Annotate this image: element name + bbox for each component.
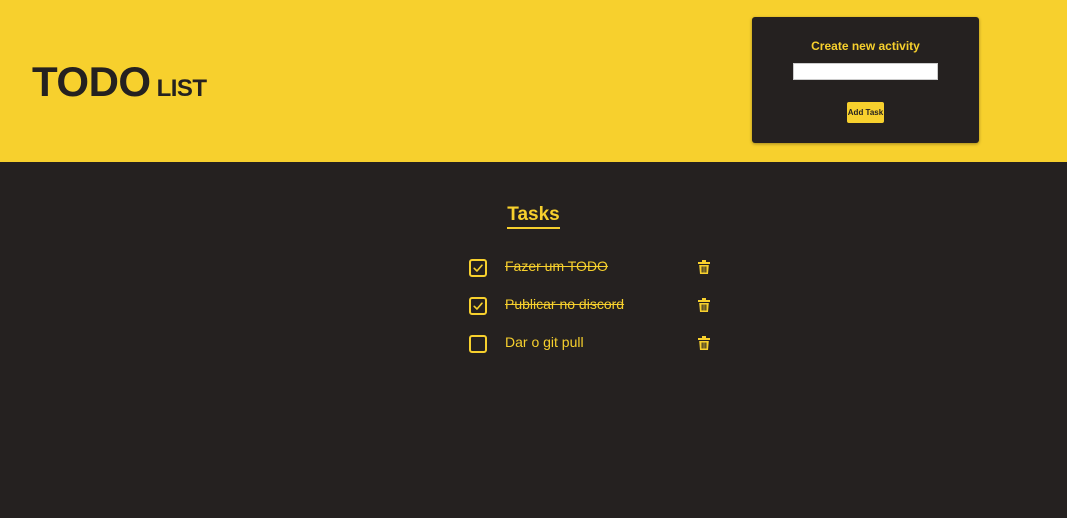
task-checkbox[interactable] xyxy=(469,297,487,315)
new-task-input[interactable] xyxy=(793,63,938,80)
trash-icon[interactable] xyxy=(698,260,710,274)
checkmark-icon xyxy=(473,302,483,310)
trash-icon[interactable] xyxy=(698,298,710,312)
app-title-list: LIST xyxy=(156,75,208,102)
app-title: TODO LIST xyxy=(32,58,207,106)
app-title-todo: TODO xyxy=(32,58,151,105)
tasks-heading: Tasks xyxy=(507,204,560,229)
task-row: Fazer um TODO xyxy=(469,257,719,279)
task-label: Dar o git pull xyxy=(505,334,584,350)
tasks-heading-wrap: Tasks xyxy=(0,204,1067,229)
task-row: Dar o git pull xyxy=(469,333,719,355)
header: TODO LIST Create new activity Add Task xyxy=(0,0,1067,162)
task-checkbox[interactable] xyxy=(469,259,487,277)
task-row: Publicar no discord xyxy=(469,295,719,317)
task-checkbox[interactable] xyxy=(469,335,487,353)
add-task-button[interactable]: Add Task xyxy=(847,102,884,123)
checkmark-icon xyxy=(473,264,483,272)
create-activity-panel: Create new activity Add Task xyxy=(752,17,979,143)
task-label: Fazer um TODO xyxy=(505,258,608,274)
task-label: Publicar no discord xyxy=(505,296,625,312)
trash-icon[interactable] xyxy=(698,336,710,350)
create-activity-title: Create new activity xyxy=(811,39,920,53)
